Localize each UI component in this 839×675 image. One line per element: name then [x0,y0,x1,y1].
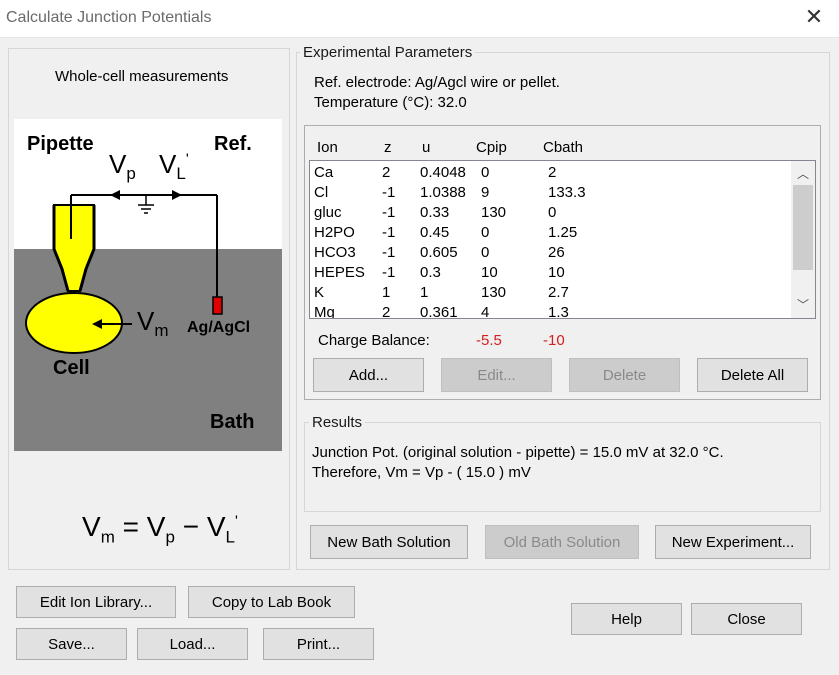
ion-row[interactable]: Ca 2 0.4048 0 2 [310,163,790,183]
ion-cell-cpip: 130 [481,204,507,221]
ion-cell-ion: gluc [314,204,342,221]
old-bath-solution-button[interactable]: Old Bath Solution [485,525,639,559]
load-button[interactable]: Load... [137,628,248,660]
scrollbar-thumb[interactable] [793,185,813,270]
ion-cell-ion: H2PO [314,224,355,241]
ion-cell-z: -1 [382,184,396,201]
ion-cell-z: -1 [382,264,396,281]
col-ion: Ion [317,139,338,156]
ion-cell-ion: Ca [314,164,334,181]
ion-cell-cbath: 26 [548,244,565,261]
ion-cell-cbath: 1.3 [548,304,569,319]
vp-label: Vp [109,149,136,184]
vm-label: Vm [137,306,169,341]
ion-cell-z: 2 [382,164,391,181]
ion-cell-ion: HEPES [314,264,365,281]
print-button[interactable]: Print... [263,628,374,660]
add-ion-button[interactable]: Add... [313,358,424,392]
ion-cell-cbath: 1.25 [548,224,578,241]
ion-cell-cpip: 9 [481,184,490,201]
ion-cell-u: 1 [420,284,429,301]
close-button[interactable]: Close [691,603,802,635]
ion-cell-cbath: 0 [548,204,557,221]
ion-cell-z: -1 [382,204,396,221]
col-u: u [422,139,431,156]
ion-cell-ion: Cl [314,184,329,201]
ref-label: Ref. [214,133,252,155]
ion-cell-u: 0.3 [420,264,441,281]
ion-cell-cpip: 0 [481,224,490,241]
ion-cell-cpip: 10 [481,264,498,281]
chevron-up-icon[interactable]: ︿ [791,164,815,184]
diagram-heading: Whole-cell measurements [55,68,229,85]
ion-cell-cpip: 130 [481,284,507,301]
charge-balance-pip: -5.5 [476,332,502,349]
ref-electrode-text: Ref. electrode: Ag/Agcl wire or pellet. [314,74,560,91]
ion-cell-ion: HCO3 [314,244,356,261]
cell-label: Cell [53,357,90,379]
delete-ion-button[interactable]: Delete [569,358,680,392]
ion-cell-z: -1 [382,224,396,241]
ion-cell-cpip: 0 [481,244,490,261]
charge-balance-label: Charge Balance: [318,332,430,349]
ion-table-box: Ion z u Cpip Cbath Ca 2 0.4048 0 2 Cl -1 1.0388… [304,125,821,400]
ion-cell-u: 0.45 [420,224,450,241]
close-icon[interactable]: ✕ [803,7,825,29]
chevron-down-icon[interactable]: ﹀ [791,295,815,315]
ion-cell-ion: Mg [314,304,335,319]
results-line1: Junction Pot. (original solution - pipet… [312,444,724,461]
save-button[interactable]: Save... [16,628,127,660]
delete-all-button[interactable]: Delete All [697,358,808,392]
window-title: Calculate Junction Potentials [6,9,212,26]
reference-electrode [212,296,223,315]
ion-cell-u: 0.605 [420,244,458,261]
ion-row[interactable]: HEPES -1 0.3 10 10 [310,263,790,283]
experimental-parameters-caption: Experimental Parameters [300,44,476,61]
edit-ion-button[interactable]: Edit... [441,358,552,392]
ion-cell-u: 1.0388 [420,184,466,201]
vl-label: VL' [159,149,189,184]
results-line2: Therefore, Vm = Vp - ( 15.0 ) mV [312,464,531,481]
col-z: z [384,139,392,156]
title-bar: Calculate Junction Potentials ✕ [0,0,839,38]
whole-cell-diagram [14,119,282,451]
edit-ion-library-button[interactable]: Edit Ion Library... [16,586,176,618]
ion-cell-cbath: 10 [548,264,565,281]
ion-row[interactable]: gluc -1 0.33 130 0 [310,203,790,223]
ion-cell-u: 0.4048 [420,164,466,181]
ion-row[interactable]: Cl -1 1.0388 9 133.3 [310,183,790,203]
diagram-panel: Whole-cell measurements Pipette Ref. Vp … [8,48,290,570]
ion-row[interactable]: HCO3 -1 0.605 0 26 [310,243,790,263]
ion-row[interactable]: K 1 1 130 2.7 [310,283,790,303]
bath-label: Bath [210,411,255,433]
ion-cell-cpip: 0 [481,164,490,181]
ion-cell-z: 1 [382,284,391,301]
ion-list[interactable]: Ca 2 0.4048 0 2 Cl -1 1.0388 9 133.3 gluc -1 0.33 130… [309,160,816,319]
ion-list-scrollbar[interactable]: ︿ ﹀ [791,161,815,318]
ion-cell-z: -1 [382,244,396,261]
temperature-text: Temperature (°C): 32.0 [314,94,467,111]
electrode-label: Ag/AgCl [187,319,251,336]
new-bath-solution-button[interactable]: New Bath Solution [310,525,468,559]
ion-cell-cbath: 2 [548,164,557,181]
equation: Vm = Vp − VL' [82,511,238,547]
charge-balance-bath: -10 [543,332,565,349]
pipette-label: Pipette [27,133,94,155]
ion-cell-u: 0.33 [420,204,450,221]
results-caption: Results [309,414,366,431]
ion-cell-cbath: 133.3 [548,184,586,201]
new-experiment-button[interactable]: New Experiment... [655,525,811,559]
ion-row[interactable]: Mg 2 0.361 4 1.3 [310,303,790,319]
copy-to-lab-book-button[interactable]: Copy to Lab Book [188,586,355,618]
ion-cell-u: 0.361 [420,304,458,319]
help-button[interactable]: Help [571,603,682,635]
ion-cell-z: 2 [382,304,391,319]
ion-row[interactable]: H2PO -1 0.45 0 1.25 [310,223,790,243]
col-cpip: Cpip [476,139,507,156]
ion-cell-cpip: 4 [481,304,490,319]
ion-cell-ion: K [314,284,325,301]
ion-cell-cbath: 2.7 [548,284,569,301]
col-cbath: Cbath [543,139,584,156]
